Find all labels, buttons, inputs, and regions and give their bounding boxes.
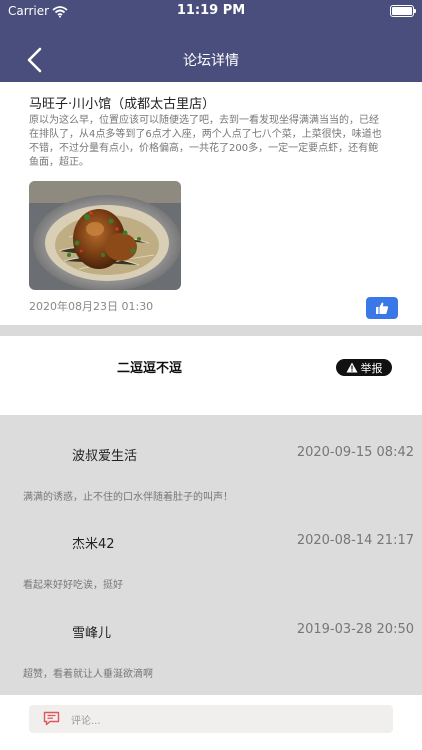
post-image[interactable] [29,181,181,290]
post-title: 马旺子·川小馆（成都太古里店） [29,97,216,112]
status-time: 11:19 PM [176,3,246,18]
comment-text: 超赞，看着就让人垂涎欲滴啊 [23,669,153,680]
warning-icon [346,362,357,373]
comment-icon [43,711,60,730]
section-divider [0,325,422,336]
comment-text: 看起来好好吃诶，挺好 [23,580,123,591]
comment-date: 2020-08-14 21:17 [296,533,414,548]
report-button[interactable]: 举报 [336,359,392,376]
comment-text: 满满的诱惑，止不住的口水伴随着肚子的叫声！ [23,492,233,503]
thumbs-up-icon [376,302,389,314]
comment-input[interactable]: 评论... [29,705,393,733]
comment-user: 杰米42 [72,537,115,552]
comment-list: 波叔爱生活 2020-09-15 08:42 满满的诱惑，止不住的口水伴随着肚子… [0,415,422,695]
page-title: 论坛详情 [183,53,239,69]
battery-icon [390,5,416,17]
comment-user: 波叔爱生活 [72,449,138,464]
post-content: 原以为这么早，位置应该可以随便选了吧，去到一看发现坐得满满当当的，已经在排队了，… [29,115,382,168]
comment-placeholder: 评论... [71,716,101,727]
post-date: 2020年08月23日 01:30 [29,300,154,313]
comment-date: 2019-03-28 20:50 [296,622,414,637]
comment-date: 2020-09-15 08:42 [296,445,414,460]
food-photo-icon [29,181,181,290]
comment-user: 雪峰儿 [72,626,112,641]
report-label: 举报 [360,361,383,375]
like-button[interactable] [366,297,398,319]
nav-header: Carrier 11:19 PM 论坛详情 [0,0,422,82]
author-name: 二逗逗不逗 [117,361,183,376]
